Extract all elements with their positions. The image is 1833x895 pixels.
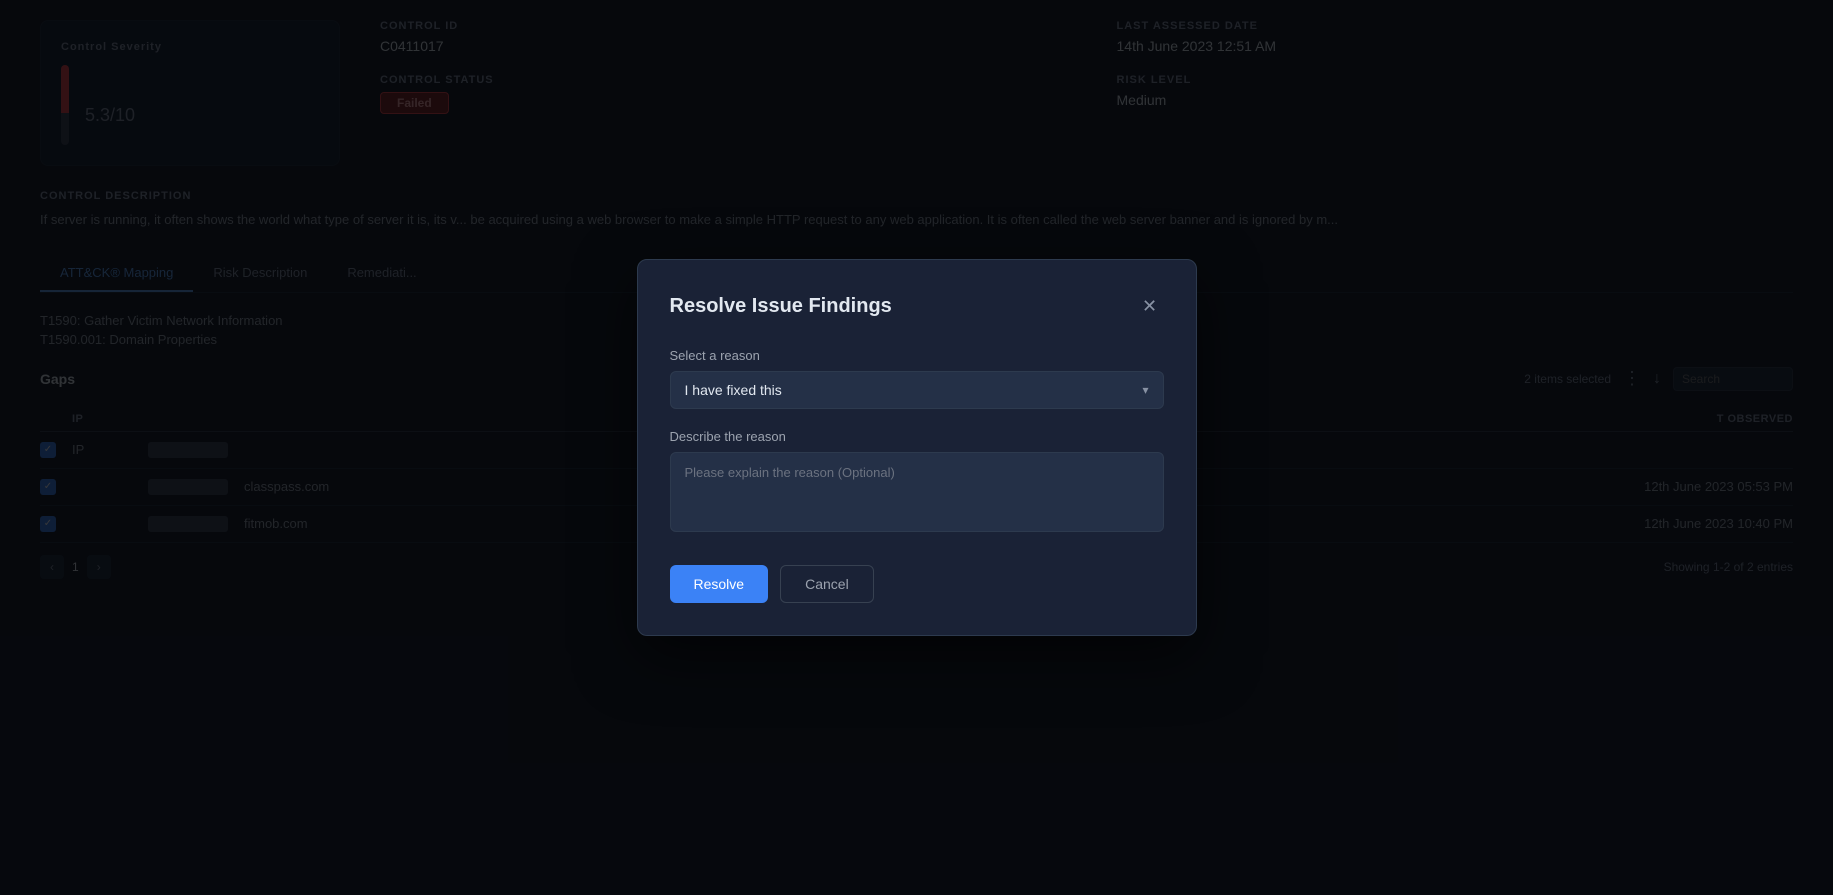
select-reason-label: Select a reason (670, 348, 1164, 363)
cancel-button[interactable]: Cancel (780, 565, 874, 603)
selected-reason: I have fixed this (685, 382, 782, 398)
modal-actions: Resolve Cancel (670, 565, 1164, 603)
describe-reason-label: Describe the reason (670, 429, 1164, 444)
resolve-button[interactable]: Resolve (670, 565, 769, 603)
describe-reason-group: Describe the reason (670, 429, 1164, 537)
close-button[interactable]: ✕ (1136, 292, 1164, 320)
modal-overlay: Resolve Issue Findings ✕ Select a reason… (0, 0, 1833, 895)
select-reason-group: Select a reason I have fixed this ▾ (670, 348, 1164, 409)
reason-dropdown[interactable]: I have fixed this ▾ (670, 371, 1164, 409)
reason-textarea[interactable] (670, 452, 1164, 532)
chevron-down-icon: ▾ (1142, 383, 1148, 397)
modal-header: Resolve Issue Findings ✕ (670, 292, 1164, 320)
resolve-modal: Resolve Issue Findings ✕ Select a reason… (637, 259, 1197, 636)
modal-title: Resolve Issue Findings (670, 295, 892, 318)
